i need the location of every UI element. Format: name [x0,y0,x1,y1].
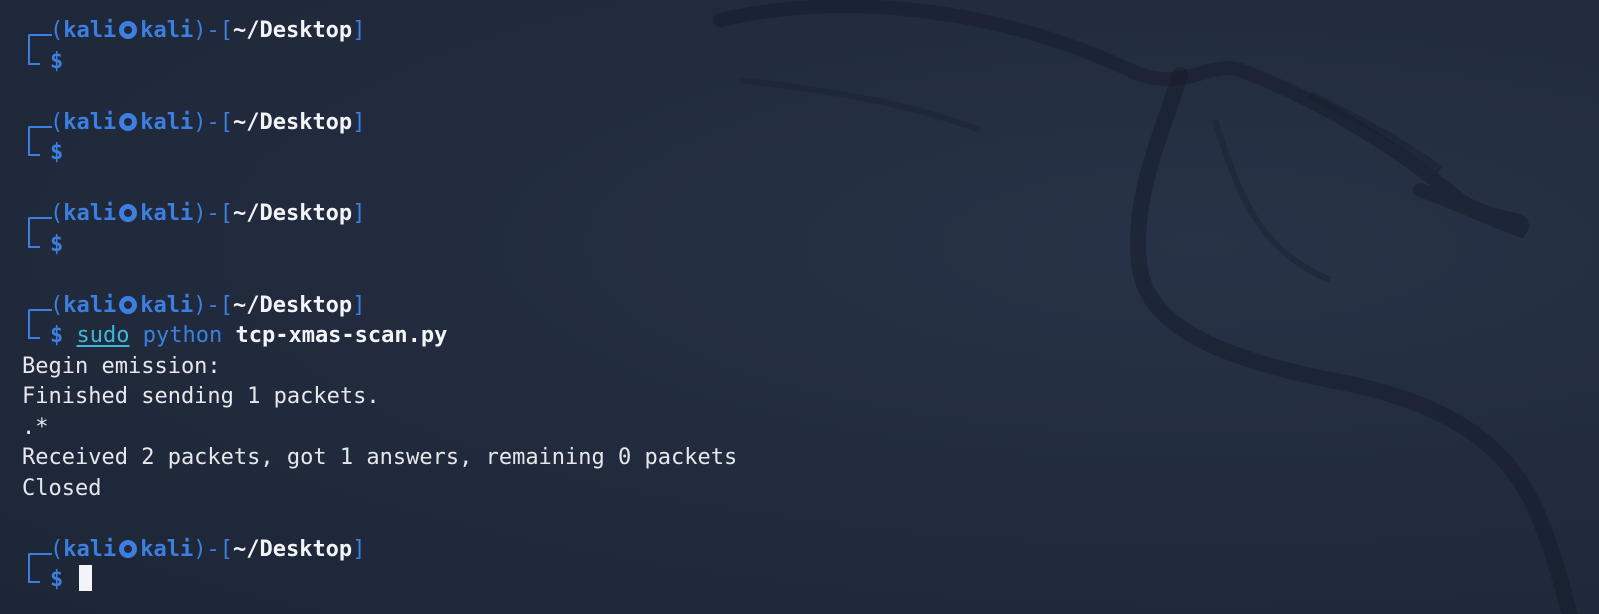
prompt-user: kali [63,201,117,226]
prompt-user: kali [63,292,117,318]
prompt-dollar: $ [50,231,64,257]
prompt-path: ~/Desktop [232,292,353,318]
prompt-corner-bottom [22,46,50,78]
prompt-dollar: $ [50,323,64,348]
prompt-separator: - [206,536,220,562]
prompt-line: (kali kali)-[~/Desktop] [22,108,1599,141]
prompt-close-paren: ) [193,292,207,318]
prompt-close-paren: ) [193,18,207,43]
prompt-close-paren: ) [193,109,207,135]
prompt-path: ~/Desktop [232,536,353,562]
prompt-open-bracket: [ [219,536,233,562]
prompt-separator: - [206,292,220,318]
prompt-close-bracket: ] [352,18,366,43]
command-sudo: sudo [76,323,130,348]
kali-skull-icon [119,204,138,222]
prompt-open-bracket: [ [219,109,233,135]
prompt-path: ~/Desktop [232,109,353,135]
prompt-path: ~/Desktop [232,18,353,43]
prompt-close-bracket: ] [352,109,366,135]
prompt-close-bracket: ] [352,292,366,318]
prompt-corner-bottom [22,321,50,352]
command-program: python [142,323,223,348]
prompt-open-bracket: [ [219,18,233,43]
prompt-open-bracket: [ [219,292,233,318]
prompt-corner-top [22,16,52,50]
prompt-separator: - [206,18,220,43]
prompt-corner-top [22,108,52,141]
prompt-host: kali [140,201,194,226]
kali-skull-icon [119,539,138,558]
prompt-dollar: $ [50,48,64,74]
prompt-close-bracket: ] [352,536,366,562]
prompt-input-line: $ [22,229,1599,261]
prompt-line: (kali kali)-[~/Desktop] [22,199,1599,233]
prompt-separator: - [206,201,220,226]
prompt-corner-top [22,535,52,568]
prompt-corner-bottom [22,229,50,261]
terminal-output: (kali kali)-[~/Desktop] $ (kali kali)-[~/D… [22,16,1599,596]
prompt-input-line: $ [22,46,1599,78]
prompt-close-bracket: ] [352,201,366,226]
output-line: Begin emission: [22,353,221,379]
prompt-host: kali [140,109,194,135]
prompt-open-bracket: [ [219,201,233,226]
prompt-host: kali [140,292,194,318]
kali-skull-icon [119,295,138,314]
command-argument: tcp-xmas-scan.py [235,323,448,348]
prompt-corner-bottom [22,565,50,596]
prompt-close-paren: ) [193,536,207,562]
output-line: Finished sending 1 packets. [22,384,380,409]
prompt-path: ~/Desktop [232,201,353,226]
text-cursor[interactable] [79,565,93,591]
kali-skull-icon [119,21,138,39]
prompt-corner-top [22,199,52,233]
prompt-dollar: $ [50,140,64,165]
prompt-separator: - [206,109,220,135]
command-line: $ sudo python tcp-xmas-scan.py [22,321,1599,352]
prompt-close-paren: ) [193,201,207,226]
output-line: .* [22,414,49,440]
prompt-user: kali [63,109,117,135]
output-line: Received 2 packets, got 1 answers, remai… [22,445,738,470]
prompt-line: (kali kali)-[~/Desktop] [22,291,1599,324]
terminal-window[interactable]: (kali kali)-[~/Desktop] $ (kali kali)-[~/D… [0,0,1599,614]
output-line: Closed [22,475,102,501]
prompt-corner-bottom [22,138,50,169]
prompt-corner-top [22,291,52,324]
active-input-line[interactable]: $ [22,565,1599,596]
prompt-user: kali [63,536,117,562]
prompt-dollar: $ [50,567,64,592]
prompt-input-line: $ [22,138,1599,169]
prompt-line: (kali kali)-[~/Desktop] [22,16,1599,50]
prompt-host: kali [140,536,194,562]
prompt-host: kali [140,18,194,43]
prompt-user: kali [63,18,117,43]
kali-skull-icon [119,112,138,131]
prompt-line: (kali kali)-[~/Desktop] [22,535,1599,568]
